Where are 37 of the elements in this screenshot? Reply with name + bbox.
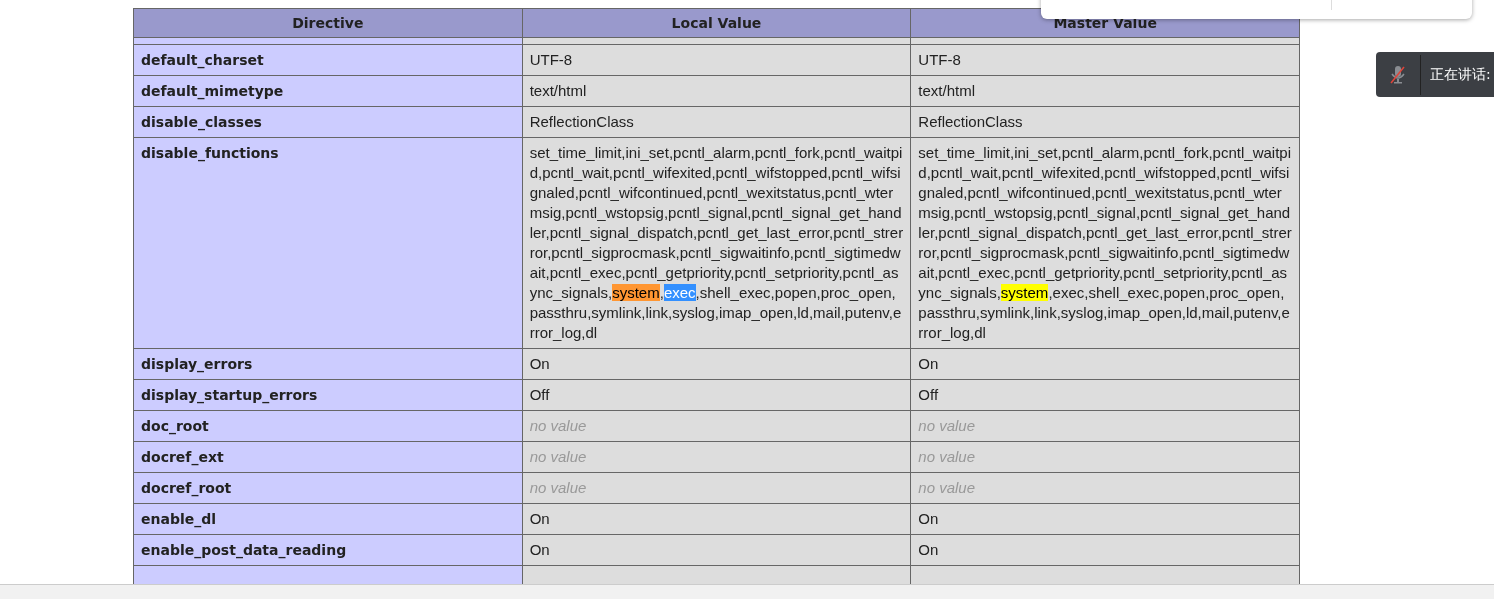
table-cell: no value [910, 441, 1300, 473]
table-cell: UTF-8 [910, 44, 1300, 76]
table-cell: On [910, 534, 1300, 566]
directive-cell: enable_dl [133, 503, 523, 535]
table-cell: On [522, 348, 911, 380]
table-cell: set_time_limit,ini_set,pcntl_alarm,pcntl_fork,pcntl_waitpid,pcntl_wait,pcntl_wifexited,pcntl_wifstopped,pcntl_wifsignaled,pcntl_wifcontinued,pcntl_wexitstatus,pcntl_wtermsig,pcntl_wstopsig,pcntl_signal,pcntl_signal_get_handler,pcntl_signal_dispatch,pcntl_get_last_error,pcntl_strerror,pcntl_sigprocmask,pcntl_sigwaitinfo,pcntl_sigtimedwait,pcntl_exec,pcntl_getpriority,pcntl_setpriority,pcntl_async_signals,system,exec,shell_exec,popen,proc_open,passthru,symlink,link,syslog,imap_open,ld,mail,putenv,error_log,dl [522, 137, 911, 349]
directive-cell: disable_functions [133, 137, 523, 349]
table-cell: Off [910, 379, 1300, 411]
table-cell: ReflectionClass [522, 106, 911, 138]
directive-cell: enable_post_data_reading [133, 534, 523, 566]
table-cell: no value [522, 441, 911, 473]
table-cell: no value [522, 472, 911, 504]
table-cell: On [910, 348, 1300, 380]
directive-cell: doc_root [133, 410, 523, 442]
directive-cell: disable_classes [133, 106, 523, 138]
table-cell: set_time_limit,ini_set,pcntl_alarm,pcntl_fork,pcntl_waitpid,pcntl_wait,pcntl_wifexited,pcntl_wifstopped,pcntl_wifsignaled,pcntl_wifcontinued,pcntl_wexitstatus,pcntl_wtermsig,pcntl_wstopsig,pcntl_signal,pcntl_signal_get_handler,pcntl_signal_dispatch,pcntl_get_last_error,pcntl_strerror,pcntl_sigprocmask,pcntl_sigwaitinfo,pcntl_sigtimedwait,pcntl_exec,pcntl_getpriority,pcntl_setpriority,pcntl_async_signals,system,exec,shell_exec,popen,proc_open,passthru,symlink,link,syslog,imap_open,ld,mail,putenv,error_log,dl [910, 137, 1300, 349]
directive-cell: docref_ext [133, 441, 523, 473]
directive-cell: display_errors [133, 348, 523, 380]
table-cell: On [910, 503, 1300, 535]
mic-off-icon[interactable] [1388, 63, 1408, 86]
table-cell: On [522, 534, 911, 566]
table-cell: ReflectionClass [910, 106, 1300, 138]
table-cell: no value [910, 410, 1300, 442]
column-header: Local Value [522, 8, 911, 38]
directive-cell: docref_root [133, 472, 523, 504]
directive-cell: display_startup_errors [133, 379, 523, 411]
toast-text: 正在讲话: [1430, 65, 1491, 84]
table-cell: Off [522, 379, 911, 411]
table-cell: text/html [910, 75, 1300, 107]
table-cell: no value [910, 472, 1300, 504]
column-header: Directive [133, 8, 523, 38]
directive-cell: default_mimetype [133, 75, 523, 107]
table-cell: no value [522, 410, 911, 442]
table-cell: UTF-8 [522, 44, 911, 76]
table-cell: text/html [522, 75, 911, 107]
directive-cell: default_charset [133, 44, 523, 76]
table-cell: On [522, 503, 911, 535]
